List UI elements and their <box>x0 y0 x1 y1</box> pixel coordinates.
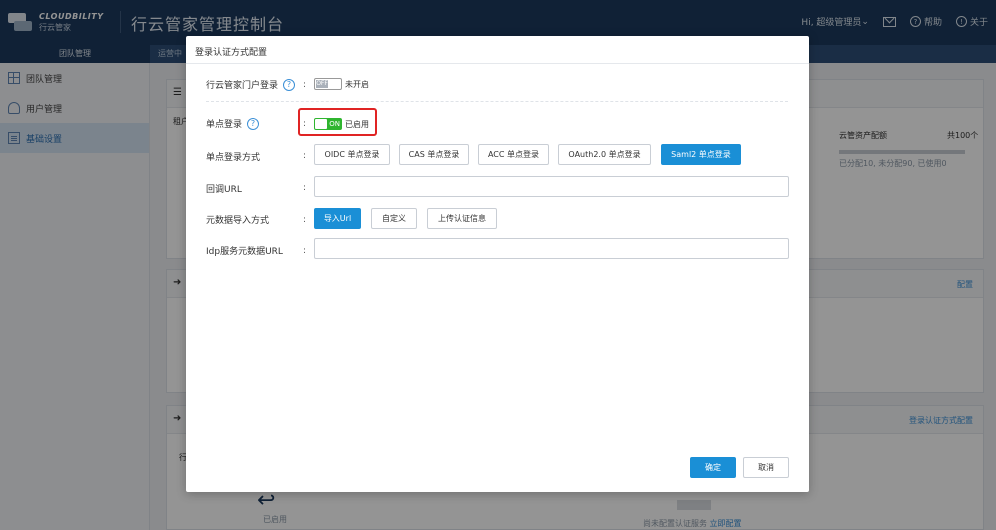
sso-method-cas[interactable]: CAS 单点登录 <box>399 144 469 165</box>
confirm-button[interactable]: 确定 <box>690 457 736 478</box>
switch-on-text: ON <box>329 120 340 128</box>
portal-login-status: 未开启 <box>345 79 369 89</box>
colon: : <box>303 215 307 225</box>
colon: : <box>303 183 307 193</box>
colon: : <box>303 80 307 90</box>
sso-method-acc[interactable]: ACC 单点登录 <box>478 144 549 165</box>
sso-status: 已启用 <box>345 119 369 129</box>
idp-url-label: Idp服务元数据URL <box>206 247 283 257</box>
colon: : <box>303 246 307 256</box>
portal-login-toggle[interactable]: OFF 未开启 <box>314 78 369 90</box>
help-icon[interactable]: ? <box>247 117 260 130</box>
upload-auth-info-button[interactable]: 上传认证信息 <box>427 208 497 229</box>
switch-off-text: OFF <box>316 80 328 88</box>
callback-url-input[interactable] <box>314 176 789 197</box>
import-url-button[interactable]: 导入Url <box>314 208 361 229</box>
custom-button[interactable]: 自定义 <box>371 208 417 229</box>
help-icon[interactable]: ? <box>283 78 296 91</box>
idp-metadata-url-input[interactable] <box>314 238 789 259</box>
sso-method-oauth2[interactable]: OAuth2.0 单点登录 <box>558 144 651 165</box>
switch-off[interactable]: OFF <box>314 78 342 90</box>
sso-text: 单点登录 <box>206 120 243 130</box>
switch-on[interactable]: ON <box>314 118 342 130</box>
section-divider <box>206 101 788 102</box>
sso-label: 单点登录 ? <box>206 117 260 130</box>
modal-title: 登录认证方式配置 <box>195 48 268 58</box>
auth-config-modal: 登录认证方式配置 行云管家门户登录 ? : OFF 未开启 单点登录 ? : O… <box>186 36 809 492</box>
sso-method-label: 单点登录方式 <box>206 153 261 163</box>
modal-divider <box>186 63 809 64</box>
sso-toggle[interactable]: ON 已启用 <box>314 118 369 130</box>
sso-method-oidc[interactable]: OIDC 单点登录 <box>314 144 390 165</box>
switch-knob <box>315 119 327 129</box>
colon: : <box>303 151 307 161</box>
portal-login-label: 行云管家门户登录 ? <box>206 78 296 91</box>
metadata-import-label: 元数据导入方式 <box>206 216 270 226</box>
callback-url-label: 回调URL <box>206 185 242 195</box>
portal-login-text: 行云管家门户登录 <box>206 81 279 91</box>
sso-method-saml2[interactable]: Saml2 单点登录 <box>661 144 741 165</box>
cancel-button[interactable]: 取消 <box>743 457 789 478</box>
